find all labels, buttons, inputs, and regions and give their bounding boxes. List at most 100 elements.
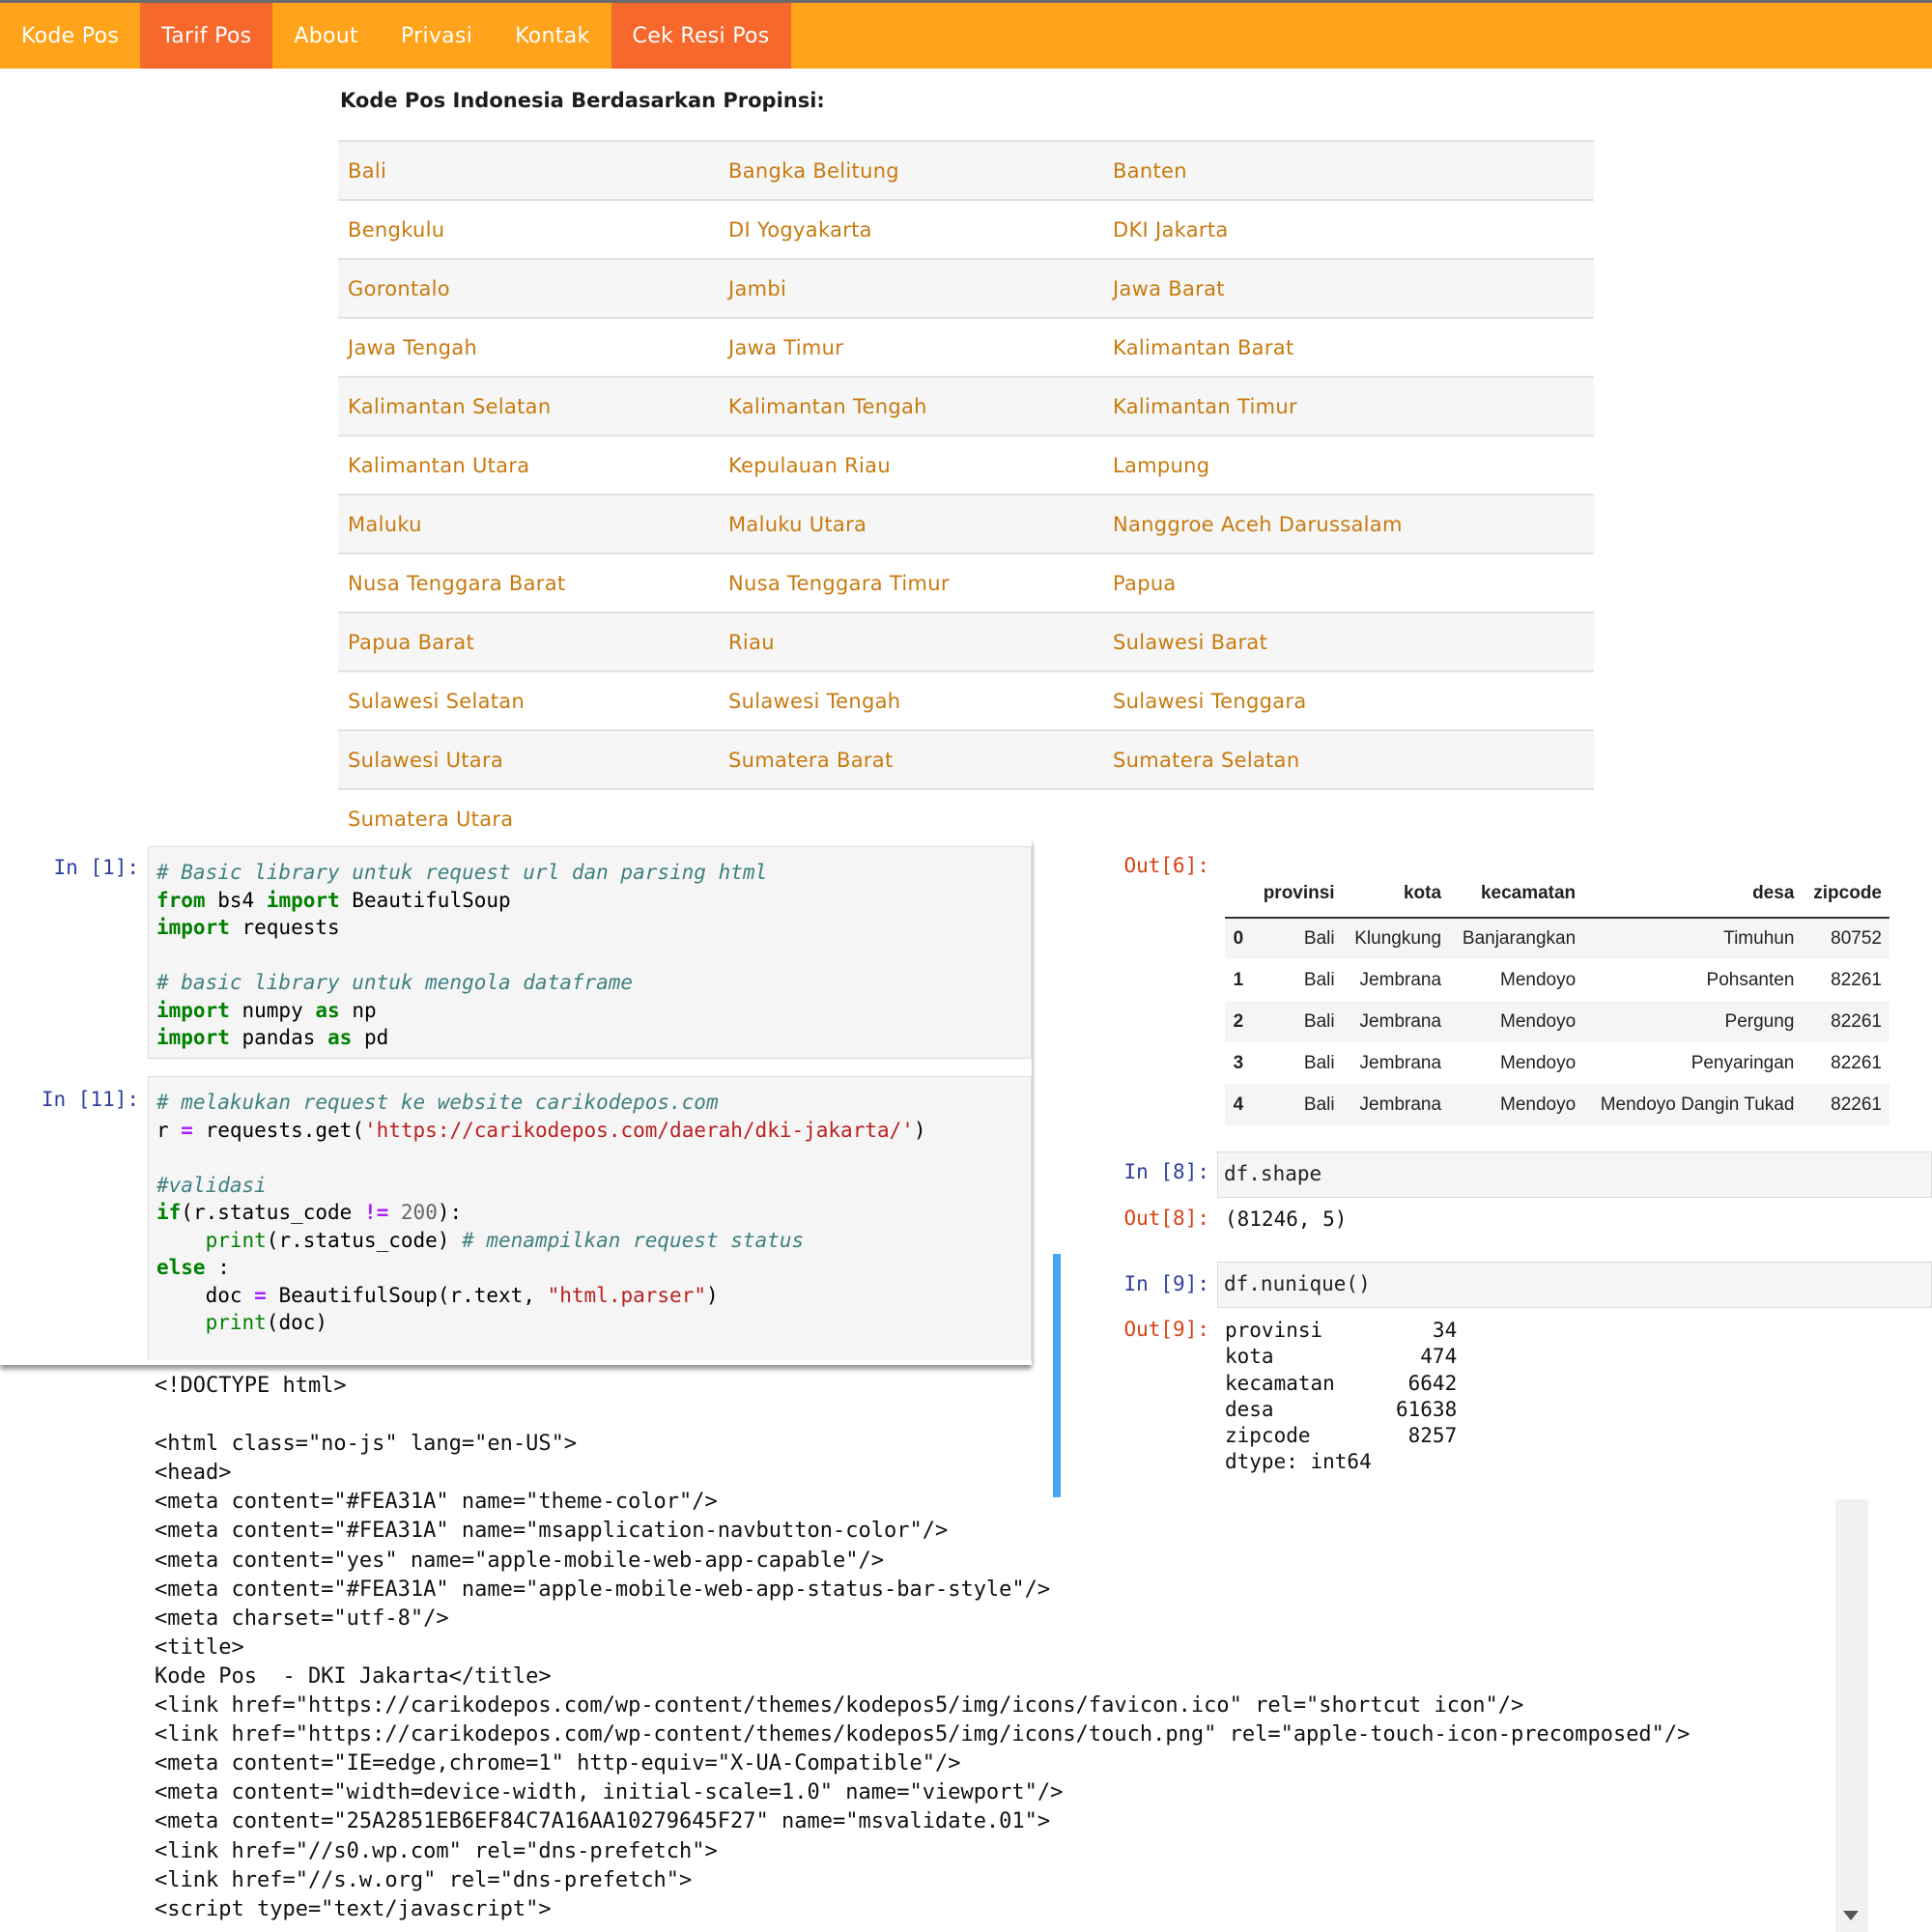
dataframe-cell: Banjarangkan: [1449, 918, 1584, 959]
province-link-papua[interactable]: Papua: [1103, 572, 1594, 595]
code-token: else: [156, 1256, 206, 1279]
province-link-jambi[interactable]: Jambi: [723, 277, 1103, 300]
province-link-sulawesi-utara[interactable]: Sulawesi Utara: [338, 749, 723, 772]
province-link-sumatera-utara[interactable]: Sumatera Utara: [338, 808, 723, 831]
code-cell-8[interactable]: df.shape: [1217, 1151, 1932, 1198]
code-token: import: [156, 998, 230, 1022]
province-link-gorontalo[interactable]: Gorontalo: [338, 277, 723, 300]
province-link-riau[interactable]: Riau: [723, 631, 1103, 654]
output-line: <meta content="width=device-width, initi…: [155, 1780, 1064, 1805]
code-token: =: [254, 1283, 267, 1307]
province-link-jawa-tengah[interactable]: Jawa Tengah: [338, 336, 723, 359]
output-line: <link href="https://carikodepos.com/wp-c…: [155, 1722, 1690, 1747]
code-token: import: [156, 1026, 230, 1049]
nav-item-tarif-pos[interactable]: Tarif Pos: [140, 3, 273, 69]
code-line: # basic library untuk mengola dataframe: [156, 969, 1023, 997]
province-link-kalimantan-timur[interactable]: Kalimantan Timur: [1103, 395, 1594, 418]
nav-item-about[interactable]: About: [272, 3, 380, 69]
province-link-sumatera-barat[interactable]: Sumatera Barat: [723, 749, 1103, 772]
code-line: r = requests.get('https://carikodepos.co…: [156, 1117, 1023, 1145]
output-line: <link href="https://carikodepos.com/wp-c…: [155, 1693, 1524, 1719]
code-line: import requests: [156, 914, 1023, 942]
code-line: import numpy as np: [156, 997, 1023, 1025]
province-link-jawa-barat[interactable]: Jawa Barat: [1103, 277, 1594, 300]
province-link-kalimantan-utara[interactable]: Kalimantan Utara: [338, 454, 723, 477]
code-token: requests: [229, 916, 340, 939]
nav-item-privasi[interactable]: Privasi: [380, 3, 494, 69]
province-link-jawa-timur[interactable]: Jawa Timur: [723, 336, 1103, 359]
province-link-banten[interactable]: Banten: [1103, 159, 1594, 183]
province-link-papua-barat[interactable]: Papua Barat: [338, 631, 723, 654]
nav-item-kontak[interactable]: Kontak: [494, 3, 611, 69]
province-link-sulawesi-barat[interactable]: Sulawesi Barat: [1103, 631, 1594, 654]
province-link-sumatera-selatan[interactable]: Sumatera Selatan: [1103, 749, 1594, 772]
dataframe-cell: Jembrana: [1342, 1001, 1450, 1042]
vertical-scrollbar[interactable]: [1835, 1499, 1868, 1932]
code-token: import: [156, 916, 230, 939]
province-link-nusa-tenggara-timur[interactable]: Nusa Tenggara Timur: [723, 572, 1103, 595]
province-link-kepulauan-riau[interactable]: Kepulauan Riau: [723, 454, 1103, 477]
output-line: <meta content="#FEA31A" name="msapplicat…: [155, 1519, 949, 1544]
province-link-kalimantan-selatan[interactable]: Kalimantan Selatan: [338, 395, 723, 418]
province-row: Kalimantan Selatan Kalimantan Tengah Kalim…: [338, 376, 1594, 435]
province-link-dki-jakarta[interactable]: DKI Jakarta: [1103, 218, 1594, 242]
province-link-maluku[interactable]: Maluku: [338, 513, 723, 536]
dataframe-cell: 82261: [1831, 969, 1882, 990]
code-cell-1[interactable]: # Basic library untuk request url dan pa…: [148, 846, 1032, 1059]
province-row: Maluku Maluku Utara Nanggroe Aceh Darussal…: [338, 494, 1594, 553]
province-link-lampung[interactable]: Lampung: [1103, 454, 1594, 477]
province-link-nanggroe-aceh-darussalam[interactable]: Nanggroe Aceh Darussalam: [1103, 513, 1594, 536]
scroll-down-arrow-icon[interactable]: [1843, 1911, 1859, 1920]
dataframe-cell: 80752: [1802, 918, 1889, 959]
nav-item-cek-resi-pos[interactable]: Cek Resi Pos: [611, 3, 791, 69]
dataframe-cell: Bali: [1303, 969, 1335, 990]
province-link-bengkulu[interactable]: Bengkulu: [338, 218, 723, 242]
province-link-kalimantan-barat[interactable]: Kalimantan Barat: [1103, 336, 1594, 359]
nunique-line: zipcode 8257: [1225, 1424, 1458, 1448]
code-cell-9[interactable]: df.nunique(): [1217, 1262, 1932, 1308]
dataframe-row: 2 Bali Jembrana Mendoyo Pergung 82261: [1225, 1001, 1889, 1042]
province-link-nusa-tenggara-barat[interactable]: Nusa Tenggara Barat: [338, 572, 723, 595]
dataframe-cell: 82261: [1802, 1001, 1889, 1042]
province-link-kalimantan-tengah[interactable]: Kalimantan Tengah: [723, 395, 1103, 418]
code-token: print: [205, 1228, 267, 1252]
province-link-sulawesi-tenggara[interactable]: Sulawesi Tenggara: [1103, 690, 1594, 713]
province-link-sulawesi-selatan[interactable]: Sulawesi Selatan: [338, 690, 723, 713]
code-line: doc = BeautifulSoup(r.text, "html.parser…: [156, 1282, 1023, 1310]
out-6-prompt: Out[6]:: [1123, 854, 1209, 877]
dataframe-row: 3 Bali Jembrana Mendoyo Penyaringan 82261: [1225, 1042, 1889, 1084]
code-line: #validasi: [156, 1172, 1023, 1200]
code-token: ):: [437, 1201, 463, 1224]
dataframe-cell: Pergung: [1583, 1001, 1803, 1042]
cell-1-prompt: In [1]:: [53, 856, 139, 879]
code-token: ): [705, 1283, 719, 1307]
dataframe-cell: Penyaringan: [1690, 1052, 1795, 1073]
dataframe-cell: Bali: [1251, 1084, 1343, 1125]
code-token: 200: [400, 1201, 438, 1224]
code-token: BeautifulSoup(r.text,: [266, 1283, 548, 1307]
code-line: print(r.status_code) # menampilkan reque…: [156, 1227, 1023, 1255]
code-token: as: [327, 1026, 353, 1049]
province-link-maluku-utara[interactable]: Maluku Utara: [723, 513, 1103, 536]
dataframe-head-table: provinsi kota kecamatan desa zipcode 0 Bali Klu…: [1225, 869, 1889, 1125]
dataframe-cell: Klungkung: [1342, 918, 1450, 959]
dataframe-column-header: desa: [1583, 869, 1803, 919]
province-row: Gorontalo Jambi Jawa Barat: [338, 258, 1594, 317]
code-line: import pandas as pd: [156, 1024, 1023, 1052]
output-line: <script type="text/javascript">: [155, 1896, 552, 1921]
code-token: :: [205, 1256, 230, 1279]
provinces-table: Bali Bangka Belitung Banten Bengkulu DI Yogy…: [338, 140, 1594, 847]
province-link-sulawesi-tengah[interactable]: Sulawesi Tengah: [723, 690, 1103, 713]
nunique-line: desa 61638: [1225, 1397, 1458, 1421]
dataframe-cell: 82261: [1831, 1052, 1882, 1073]
dataframe-index: 3: [1233, 1052, 1244, 1073]
province-link-bangka-belitung[interactable]: Bangka Belitung: [723, 159, 1103, 183]
code-line: from bs4 import BeautifulSoup: [156, 887, 1023, 915]
dataframe-column-header: provinsi: [1251, 869, 1343, 919]
code-token: numpy: [229, 998, 316, 1022]
province-link-bali[interactable]: Bali: [338, 159, 723, 183]
nav-item-kode-pos[interactable]: Kode Pos: [0, 3, 140, 69]
province-link-di-yogyakarta[interactable]: DI Yogyakarta: [723, 218, 1103, 242]
code-token: import: [266, 888, 340, 912]
code-cell-11[interactable]: # melakukan request ke website carikodep…: [148, 1076, 1032, 1360]
